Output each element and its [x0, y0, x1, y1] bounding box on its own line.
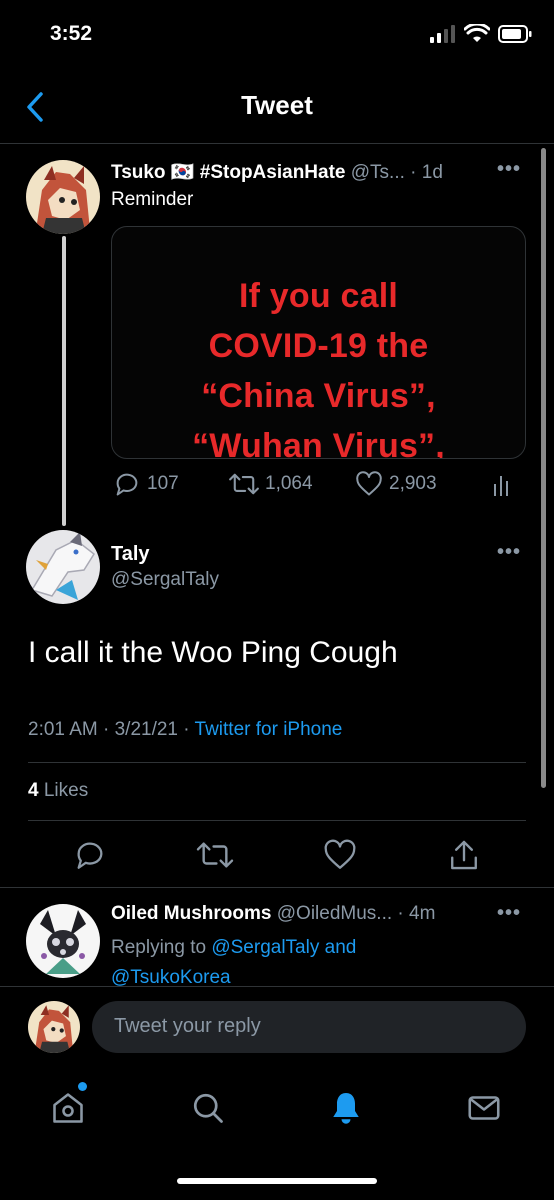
tab-home[interactable] [46, 1086, 90, 1130]
status-bar: 3:52 [0, 0, 554, 70]
author-handle[interactable]: @Ts... [351, 162, 405, 183]
flag: 🇰🇷 [170, 162, 195, 183]
reply-icon [77, 842, 103, 869]
tweet-image[interactable]: If you call COVID-19 the “China Virus”, … [111, 226, 526, 459]
page-title: Tweet [241, 90, 313, 120]
search-icon [193, 1093, 223, 1123]
share-icon [451, 840, 477, 870]
retweet-button[interactable] [195, 835, 235, 875]
home-icon [53, 1093, 83, 1123]
more-options-button[interactable]: ••• [497, 902, 521, 925]
replying-prefix: Replying to [111, 937, 212, 958]
tweet-text: Reminder [111, 189, 194, 210]
likes-summary[interactable]: 4 Likes [28, 780, 88, 802]
reply-input[interactable]: Tweet your reply [92, 1001, 526, 1053]
retweet-icon [196, 842, 234, 868]
thread-line [62, 236, 66, 526]
avatar-oiled-mushrooms[interactable] [26, 904, 100, 978]
retweet-icon [229, 473, 259, 495]
divider [0, 887, 554, 888]
status-time: 3:52 [50, 22, 93, 45]
tweet-meta: 2:01 AM · 3/21/21 · Twitter for iPhone [28, 719, 342, 741]
author-name[interactable]: Tsuko [111, 162, 166, 183]
like-count: 2,903 [389, 473, 437, 494]
author-name-tag[interactable]: #StopAsianHate [200, 162, 346, 183]
tab-search[interactable] [186, 1086, 230, 1130]
retweet-action[interactable]: 1,064 [229, 470, 313, 498]
more-options-button[interactable]: ••• [497, 158, 521, 181]
mail-icon [468, 1096, 500, 1120]
share-button[interactable] [444, 835, 484, 875]
mention-link[interactable]: @TsukoKorea [111, 967, 231, 988]
tab-bar [0, 1068, 554, 1200]
main-tweet-actions [0, 835, 554, 875]
likes-label: Likes [43, 780, 89, 801]
reply-action[interactable]: 107 [113, 470, 179, 498]
parent-tweet-actions: 107 1,064 2,903 [111, 470, 531, 502]
tweet-time: · 1d [410, 162, 443, 183]
replying-to: Replying to @SergalTaly and @TsukoKorea [111, 933, 511, 993]
divider [28, 820, 526, 821]
reply-composer: Tweet your reply [0, 986, 554, 1068]
author-name[interactable]: Oiled Mushrooms [111, 903, 271, 924]
wifi-icon [464, 24, 490, 42]
reply-tweet-header: Oiled Mushrooms @OiledMus... · 4m [111, 903, 531, 925]
more-options-button[interactable]: ••• [497, 541, 521, 564]
image-text-line: “China Virus”, [201, 377, 436, 415]
scrollbar[interactable] [541, 148, 546, 788]
retweet-count: 1,064 [265, 473, 313, 494]
tweet-text: I call it the Woo Ping Cough [28, 636, 398, 669]
replying-and: and [319, 937, 357, 958]
home-indicator [177, 1178, 377, 1184]
avatar-tsuko[interactable] [26, 160, 100, 234]
heart-icon [356, 471, 382, 496]
divider [28, 762, 526, 763]
status-icons [430, 24, 532, 44]
avatar-taly[interactable] [26, 530, 100, 604]
bell-icon [333, 1093, 359, 1124]
image-text-line: COVID-19 the [208, 327, 429, 365]
author-name[interactable]: Taly [111, 543, 150, 566]
signal-icon [430, 25, 455, 43]
analytics-action[interactable] [491, 472, 515, 498]
analytics-icon [494, 476, 508, 496]
source-link[interactable]: Twitter for iPhone [195, 719, 343, 740]
tweet-time: · 4m [397, 903, 436, 924]
tweet-timestamp: 2:01 AM · 3/21/21 · [28, 719, 195, 740]
likes-count: 4 [28, 780, 39, 801]
like-button[interactable] [320, 835, 360, 875]
image-text-line: If you call [238, 277, 399, 315]
author-handle[interactable]: @SergalTaly [111, 569, 219, 591]
reply-icon [116, 473, 138, 496]
nav-bar: Tweet [0, 70, 554, 144]
reply-count: 107 [147, 473, 179, 494]
heart-icon [324, 839, 356, 869]
parent-tweet-header: Tsuko 🇰🇷 #StopAsianHate @Ts... · 1d [111, 160, 531, 186]
like-action[interactable]: 2,903 [355, 470, 437, 498]
image-text-line: “Wuhan Virus”, [192, 427, 445, 459]
reply-button[interactable] [70, 835, 110, 875]
author-handle[interactable]: @OiledMus... [277, 903, 392, 924]
battery-icon [498, 25, 532, 43]
my-avatar[interactable] [28, 1001, 80, 1053]
tab-messages[interactable] [462, 1086, 506, 1130]
tab-notifications[interactable] [324, 1086, 368, 1130]
notification-dot [78, 1082, 87, 1091]
mention-link[interactable]: @SergalTaly [211, 937, 319, 958]
